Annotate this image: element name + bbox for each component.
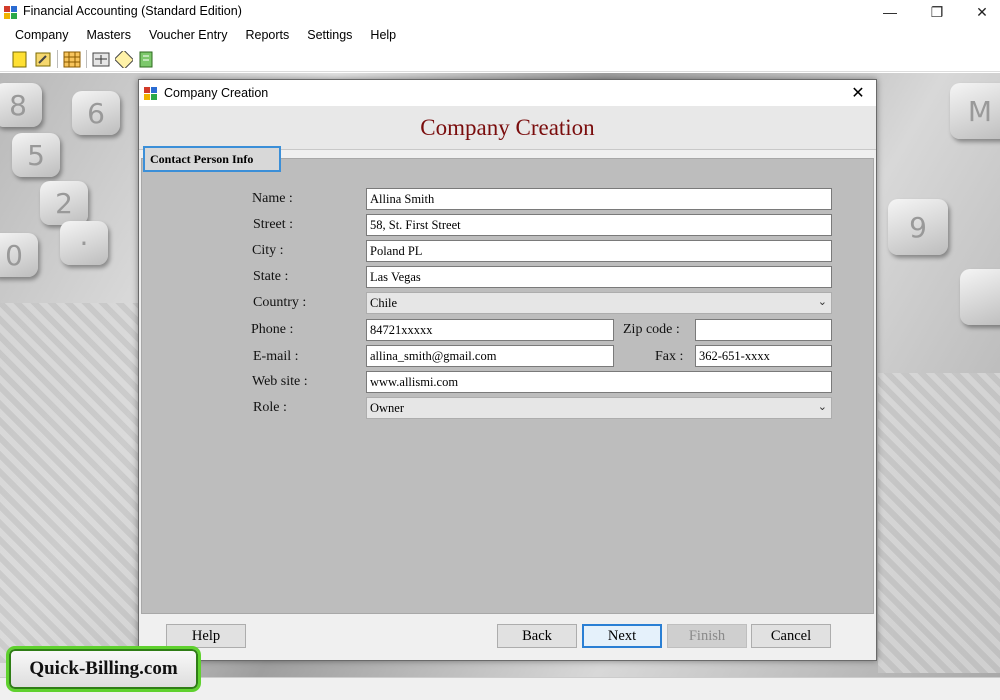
new-company-icon[interactable] bbox=[11, 51, 29, 68]
menu-reports[interactable]: Reports bbox=[236, 24, 298, 46]
toolbar-separator bbox=[57, 50, 58, 68]
finish-button[interactable]: Finish bbox=[667, 624, 747, 648]
menu-bar: Company Masters Voucher Entry Reports Se… bbox=[0, 24, 1000, 46]
street-field[interactable]: 58, St. First Street bbox=[366, 214, 832, 236]
country-select[interactable]: Chile ⌄ bbox=[366, 292, 832, 314]
menu-masters[interactable]: Masters bbox=[78, 24, 140, 46]
background-decoration: 5 bbox=[12, 133, 60, 177]
export-icon[interactable] bbox=[138, 51, 156, 68]
voucher-icon[interactable] bbox=[115, 51, 133, 68]
state-label: State : bbox=[253, 269, 289, 284]
background-decoration: 6 bbox=[72, 91, 120, 135]
window-title: Financial Accounting (Standard Edition) bbox=[23, 4, 242, 18]
app-icon bbox=[4, 6, 17, 19]
menu-voucher-entry[interactable]: Voucher Entry bbox=[140, 24, 237, 46]
city-label: City : bbox=[252, 243, 284, 258]
chevron-down-icon: ⌄ bbox=[817, 295, 827, 308]
minimize-button[interactable]: — bbox=[868, 0, 912, 24]
close-window-button[interactable]: ✕ bbox=[960, 0, 1000, 24]
phone-label: Phone : bbox=[251, 322, 294, 337]
name-label: Name : bbox=[252, 191, 293, 206]
fax-field[interactable]: 362-651-xxxx bbox=[695, 345, 832, 367]
company-creation-dialog: Company Creation ✕ Company Creation Cont… bbox=[138, 79, 877, 661]
website-field[interactable]: www.allismi.com bbox=[366, 371, 832, 393]
state-field[interactable]: Las Vegas bbox=[366, 266, 832, 288]
next-button[interactable]: Next bbox=[582, 624, 662, 648]
background-decoration: 9 bbox=[888, 199, 948, 255]
button-bar: Help Back Next Finish Cancel bbox=[139, 616, 876, 660]
website-label: Web site : bbox=[252, 374, 308, 389]
email-label: E-mail : bbox=[253, 349, 299, 364]
dialog-close-button[interactable]: ✕ bbox=[842, 82, 874, 104]
title-bar: Financial Accounting (Standard Edition) … bbox=[0, 0, 1000, 24]
section-tab-contact-person-info[interactable]: Contact Person Info bbox=[143, 146, 281, 172]
dialog-heading: Company Creation bbox=[420, 115, 595, 140]
toolbar bbox=[0, 46, 1000, 72]
background-decoration: 2 bbox=[40, 181, 88, 225]
help-button[interactable]: Help bbox=[166, 624, 246, 648]
zip-code-field[interactable] bbox=[695, 319, 832, 341]
dialog-app-icon bbox=[144, 87, 157, 100]
zip-code-label: Zip code : bbox=[623, 322, 680, 337]
maximize-button[interactable]: ❐ bbox=[915, 0, 959, 24]
dialog-header: Company Creation bbox=[139, 106, 876, 150]
back-button[interactable]: Back bbox=[497, 624, 577, 648]
dialog-title: Company Creation bbox=[164, 86, 269, 100]
background-decoration bbox=[960, 269, 1000, 325]
menu-company[interactable]: Company bbox=[6, 24, 78, 46]
toolbar-separator bbox=[86, 50, 87, 68]
menu-help[interactable]: Help bbox=[361, 24, 405, 46]
role-label: Role : bbox=[253, 400, 287, 415]
chevron-down-icon: ⌄ bbox=[817, 400, 827, 413]
country-select-value: Chile bbox=[370, 296, 398, 310]
background-decoration: 0 bbox=[0, 233, 38, 277]
background-decoration bbox=[878, 373, 1000, 673]
fax-label: Fax : bbox=[655, 349, 684, 364]
menu-settings[interactable]: Settings bbox=[298, 24, 361, 46]
country-label: Country : bbox=[253, 295, 307, 310]
ledger-icon[interactable] bbox=[92, 51, 110, 68]
role-select[interactable]: Owner ⌄ bbox=[366, 397, 832, 419]
city-field[interactable]: Poland PL bbox=[366, 240, 832, 262]
background-decoration bbox=[0, 303, 140, 663]
street-label: Street : bbox=[253, 217, 294, 232]
dialog-title-bar: Company Creation ✕ bbox=[139, 80, 876, 106]
role-select-value: Owner bbox=[370, 401, 405, 415]
cancel-button[interactable]: Cancel bbox=[751, 624, 831, 648]
open-company-icon[interactable] bbox=[34, 51, 52, 68]
background-decoration: · bbox=[60, 221, 108, 265]
name-field[interactable]: Allina Smith bbox=[366, 188, 832, 210]
brand-badge: Quick-Billing.com bbox=[6, 646, 201, 692]
phone-field[interactable]: 84721xxxxx bbox=[366, 319, 614, 341]
background-decoration: 8 bbox=[0, 83, 42, 127]
background-decoration: M bbox=[950, 83, 1000, 139]
calculator-icon[interactable] bbox=[63, 51, 81, 68]
email-field[interactable]: allina_smith@gmail.com bbox=[366, 345, 614, 367]
